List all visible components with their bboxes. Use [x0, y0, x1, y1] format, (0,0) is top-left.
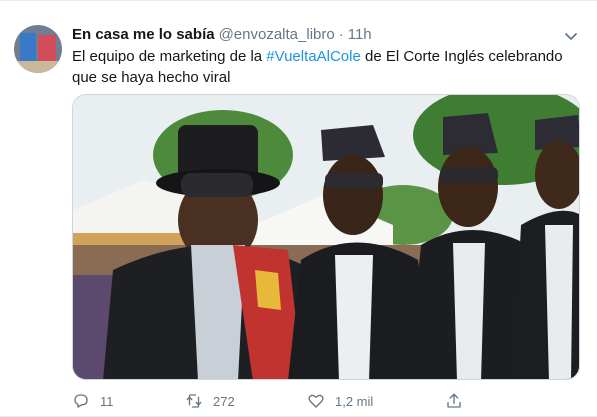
- share-button[interactable]: [445, 390, 473, 412]
- retweet-icon: [186, 394, 202, 408]
- avatar-figure-red: [38, 35, 56, 63]
- reply-icon: [74, 394, 88, 408]
- photo: [73, 95, 579, 379]
- tweet-actions: 11 272 1,2 mil: [72, 390, 577, 412]
- reply-count: 11: [100, 393, 114, 409]
- retweet-count: 272: [213, 393, 235, 409]
- avatar-ground: [14, 61, 62, 73]
- like-button[interactable]: 1,2 mil: [307, 390, 373, 412]
- tweet-header: En casa me lo sabía @envozalta_libro · 11h: [72, 25, 372, 45]
- chevron-down-icon[interactable]: [562, 27, 580, 45]
- hashtag-link[interactable]: #VueltaAlCole: [266, 48, 361, 65]
- divider-top: [0, 0, 597, 1]
- reply-button[interactable]: 11: [72, 390, 114, 412]
- author-name[interactable]: En casa me lo sabía: [72, 26, 215, 43]
- tweet-text-before: El equipo de marketing de la: [72, 48, 267, 65]
- avatar-figure-blue: [20, 33, 36, 63]
- tweet-media[interactable]: [72, 94, 580, 380]
- tweet-card[interactable]: En casa me lo sabía @envozalta_libro · 11h …: [0, 0, 597, 417]
- heart-icon: [308, 394, 324, 408]
- share-icon: [447, 393, 461, 408]
- separator-dot: ·: [338, 26, 344, 43]
- like-count: 1,2 mil: [335, 393, 374, 409]
- tweet-text: El equipo de marketing de la #VueltaAlCo…: [72, 46, 577, 88]
- tweet-time[interactable]: 11h: [348, 26, 372, 43]
- retweet-button[interactable]: 272: [185, 390, 235, 412]
- author-handle[interactable]: @envozalta_libro: [219, 26, 335, 43]
- avatar[interactable]: [14, 25, 62, 73]
